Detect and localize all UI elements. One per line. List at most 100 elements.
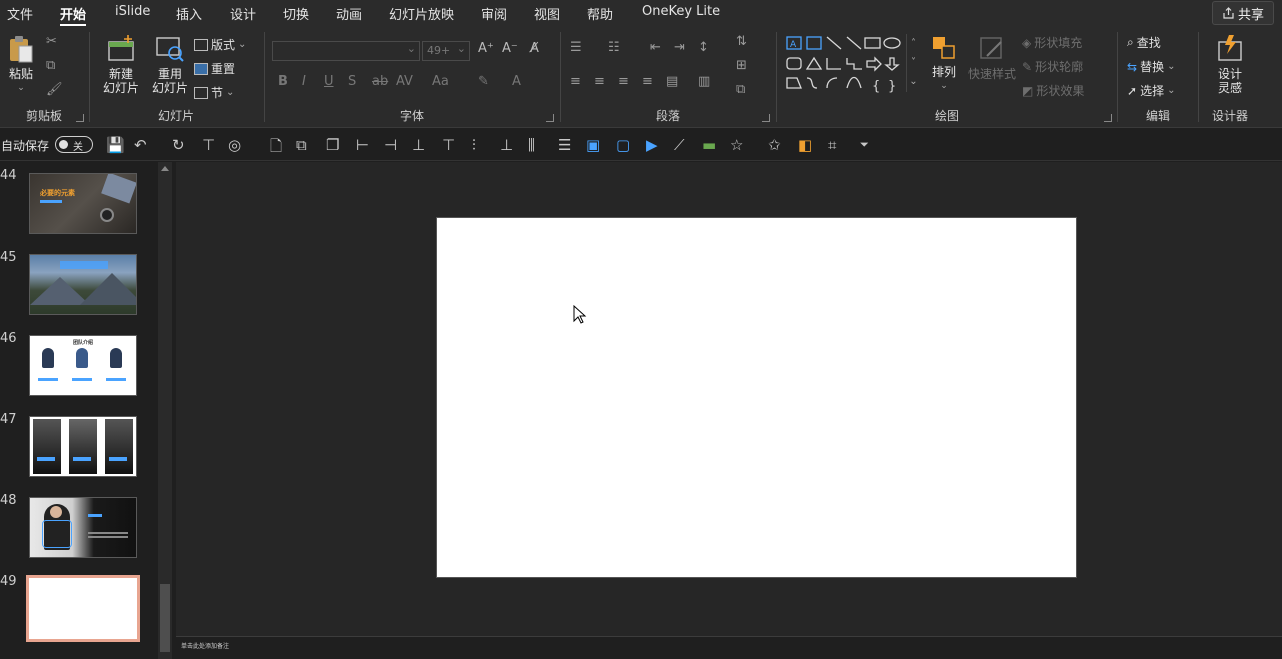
select-button[interactable]: ➚ 选择 ⌄ — [1127, 82, 1175, 99]
decrease-font-icon[interactable]: A⁻ — [502, 41, 518, 56]
shapes-gallery[interactable]: A { } — [784, 34, 924, 96]
insert-video-icon[interactable]: ▶ — [646, 136, 658, 154]
tab-design[interactable]: 设计 — [230, 4, 256, 23]
copy-icon[interactable]: ⧉ — [46, 58, 55, 73]
shapes-scroll[interactable]: ˄ ˅ ⌄ — [906, 34, 920, 92]
redo-icon[interactable]: ↻ — [172, 136, 185, 154]
tab-file[interactable]: 文件 — [7, 4, 33, 23]
new-file-icon[interactable]: 🗋 — [270, 136, 282, 161]
slide-thumbnail-44[interactable]: 必要的元素 — [29, 173, 137, 234]
autosave-toggle[interactable]: 关 — [55, 136, 93, 153]
tab-home[interactable]: 开始 — [60, 4, 87, 27]
shape-merge-icon[interactable]: ◎ — [228, 136, 241, 154]
align-left-objects-icon[interactable]: ⊢ — [356, 136, 369, 154]
crop-icon[interactable]: ⌗ — [828, 136, 836, 154]
thumbnail-pane[interactable]: 44 必要的元素 45 46 团队介绍 47 48 49 — [0, 162, 158, 659]
tab-view[interactable]: 视图 — [534, 4, 560, 23]
customize-toolbar-icon[interactable]: ⏷ — [860, 138, 869, 152]
shape-effects-button[interactable]: ◩ 形状效果 — [1022, 82, 1084, 99]
tab-help[interactable]: 帮助 — [587, 4, 613, 23]
char-spacing-icon[interactable]: AV — [396, 74, 413, 89]
save-icon[interactable]: 💾 — [106, 136, 125, 154]
highlight-icon[interactable]: ✎ — [478, 74, 489, 89]
align-left-icon[interactable]: ≡ — [570, 74, 581, 89]
replace-button[interactable]: ⇆ 替换 ⌄ — [1127, 58, 1175, 75]
section-button[interactable]: 节 ⌄ — [194, 84, 234, 101]
increase-indent-icon[interactable]: ⇥ — [674, 40, 685, 55]
font-launcher-icon[interactable] — [546, 114, 554, 122]
scroll-up-icon[interactable] — [161, 166, 169, 171]
insert-picture-icon[interactable]: ▣ — [586, 136, 600, 154]
animation-icon[interactable]: ◧ — [798, 136, 812, 154]
insert-textbox-icon[interactable]: ▢ — [616, 136, 630, 154]
distribute-horizontal-icon[interactable]: ⫼ — [528, 136, 535, 154]
find-button[interactable]: ⌕ 查找 — [1127, 34, 1161, 51]
clipboard-launcher-icon[interactable] — [76, 114, 84, 122]
favorite-icon[interactable]: ✩ — [768, 136, 781, 154]
font-size-combo[interactable]: 49+ — [422, 40, 470, 61]
new-slide-button[interactable]: 新建 幻灯片 — [96, 34, 146, 95]
table-icon[interactable]: ▬ — [702, 136, 716, 154]
font-name-combo[interactable] — [272, 40, 420, 61]
align-center-icon[interactable]: ≡ — [594, 74, 605, 89]
change-case-icon[interactable]: Aa — [432, 74, 449, 89]
slide-canvas[interactable] — [436, 217, 1077, 578]
tab-islide[interactable]: iSlide — [115, 4, 150, 19]
thumbnail-scrollbar[interactable] — [158, 162, 172, 659]
distribute-vertical-icon[interactable]: ☰ — [558, 136, 571, 154]
underline-icon[interactable]: U — [324, 74, 334, 89]
notes-pane[interactable]: 单击此处添加备注 — [176, 636, 1282, 659]
align-text-icon[interactable]: ⊞ — [736, 58, 747, 73]
reuse-slides-button[interactable]: 重用 幻灯片 — [148, 34, 192, 95]
tab-animations[interactable]: 动画 — [336, 4, 362, 23]
align-middle-objects-icon[interactable]: ⫶ — [472, 136, 476, 154]
undo-icon[interactable]: ↶ — [134, 136, 147, 154]
arrange-button[interactable]: 排列 ⌄ — [926, 34, 962, 93]
tab-insert[interactable]: 插入 — [176, 4, 202, 23]
decrease-indent-icon[interactable]: ⇤ — [650, 40, 661, 55]
share-button[interactable]: 共享 — [1212, 1, 1274, 25]
slide-thumbnail-49[interactable] — [26, 575, 140, 642]
shape-outline-button[interactable]: ✎ 形状轮廓 — [1022, 58, 1083, 75]
design-ideas-button[interactable]: 设计 灵感 — [1208, 34, 1252, 95]
distributed-icon[interactable]: ▤ — [666, 74, 678, 89]
paragraph-launcher-icon[interactable] — [762, 114, 770, 122]
scroll-thumb[interactable] — [160, 584, 170, 652]
shape-fill-button[interactable]: ◈ 形状填充 — [1022, 34, 1082, 51]
bullets-icon[interactable]: ☰ — [570, 40, 582, 55]
layout-button[interactable]: 版式 ⌄ — [194, 36, 246, 53]
drawing-launcher-icon[interactable] — [1104, 114, 1112, 122]
italic-icon[interactable]: I — [302, 74, 306, 89]
duplicate-icon[interactable]: ❐ — [326, 136, 339, 154]
smartart-icon[interactable]: ⧉ — [736, 82, 745, 97]
clear-format-icon[interactable]: A̸ — [530, 41, 539, 56]
align-top-objects-icon[interactable]: ⊤ — [442, 136, 455, 154]
increase-font-icon[interactable]: A⁺ — [478, 41, 494, 56]
tab-onekey-lite[interactable]: OneKey Lite — [642, 4, 720, 19]
strikethrough-icon[interactable]: ab — [372, 74, 388, 89]
reset-button[interactable]: 重置 — [194, 60, 235, 77]
justify-icon[interactable]: ≡ — [642, 74, 653, 89]
shadow-icon[interactable]: S — [348, 74, 356, 89]
tab-review[interactable]: 审阅 — [481, 4, 507, 23]
align-right-icon[interactable]: ≡ — [618, 74, 629, 89]
quick-styles-button[interactable]: 快速样式 — [966, 34, 1018, 81]
align-bottom-objects-icon[interactable]: ⊥ — [500, 136, 513, 154]
text-direction-icon[interactable]: ⇅ — [736, 34, 747, 49]
line-spacing-icon[interactable]: ↕ — [698, 40, 709, 55]
slide-thumbnail-46[interactable]: 团队介绍 — [29, 335, 137, 396]
numbering-icon[interactable]: ☷ — [608, 40, 620, 55]
tab-slideshow[interactable]: 幻灯片放映 — [389, 4, 454, 23]
slide-thumbnail-48[interactable] — [29, 497, 137, 558]
paste-button[interactable]: 粘贴 ⌄ — [6, 34, 36, 95]
font-color-icon[interactable]: A — [512, 74, 521, 89]
align-right-objects-icon[interactable]: ⊣ — [384, 136, 397, 154]
columns-icon[interactable]: ▥ — [698, 74, 710, 89]
crop-tool-icon[interactable]: ⟋ — [674, 136, 685, 154]
slide-thumbnail-47[interactable] — [29, 416, 137, 477]
cut-icon[interactable]: ✂ — [46, 34, 57, 49]
align-center-objects-icon[interactable]: ⊥ — [412, 136, 425, 154]
tab-transitions[interactable]: 切换 — [283, 4, 309, 23]
presenter-icon[interactable]: ⊤ — [202, 136, 215, 154]
slide-thumbnail-45[interactable] — [29, 254, 137, 315]
